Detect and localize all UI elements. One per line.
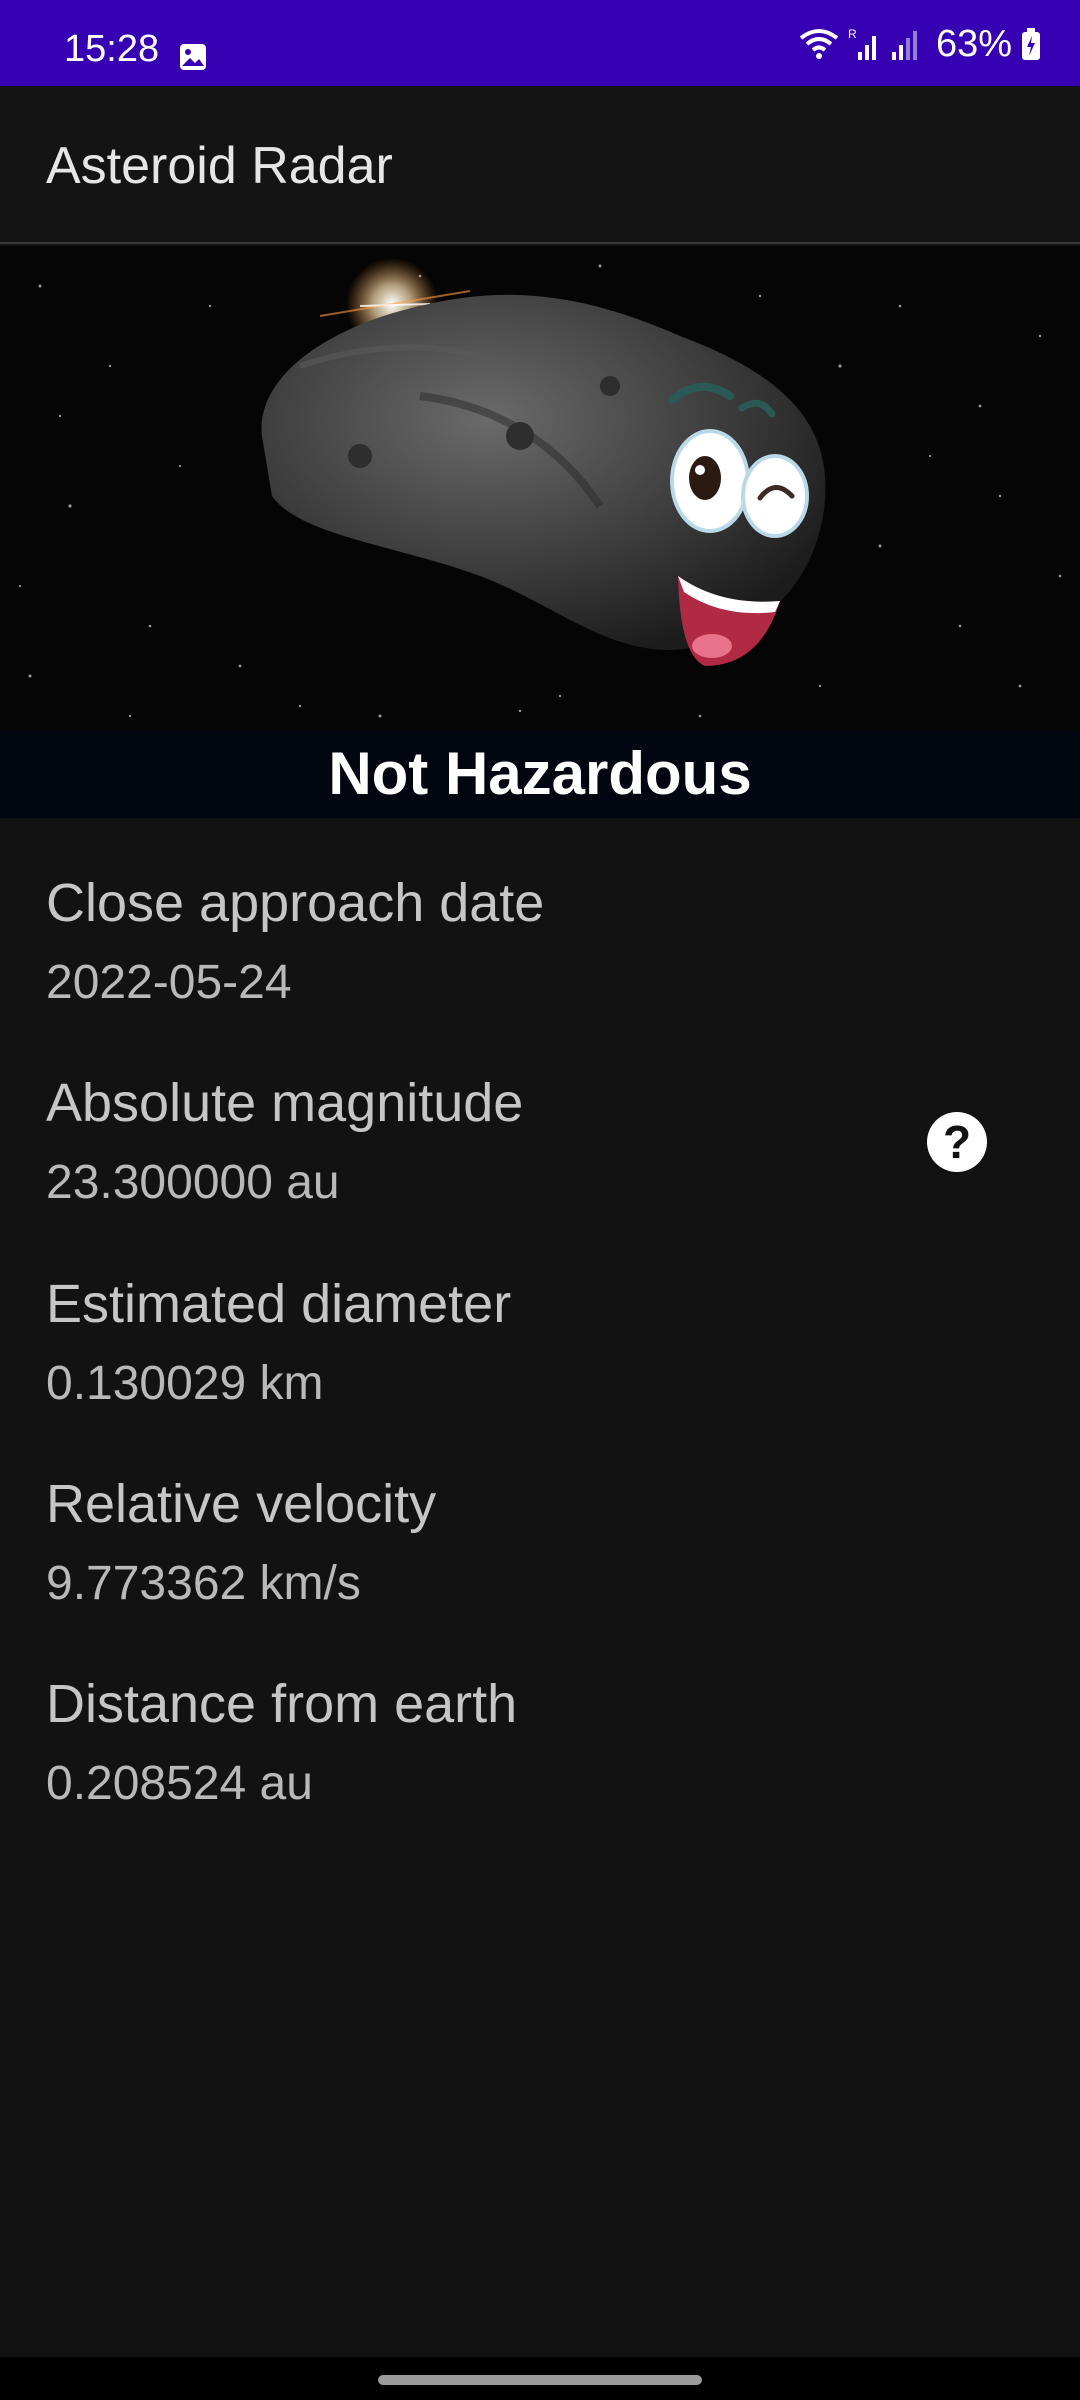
help-icon[interactable]: ? [927, 1112, 987, 1172]
svg-text:R: R [848, 27, 857, 41]
detail-distance-from-earth: Distance from earth 0.208524 au [46, 1674, 518, 1811]
detail-label: Distance from earth [46, 1674, 518, 1734]
status-bar: 15:28 R 63% [0, 0, 1080, 86]
signal-icon: R [848, 27, 876, 60]
hazard-status: Not Hazardous [328, 740, 752, 807]
battery-percent: 63% [935, 23, 1012, 65]
asteroid-illustration [0, 246, 1080, 730]
app-title: Asteroid Radar [46, 137, 393, 195]
detail-label: Estimated diameter [46, 1274, 512, 1334]
hazard-banner: Not Hazardous [0, 730, 1080, 818]
gallery-icon [180, 44, 206, 70]
detail-absolute-magnitude: Absolute magnitude 23.300000 au [46, 1073, 524, 1210]
detail-label: Relative velocity [46, 1474, 437, 1534]
app-bar: Asteroid Radar [0, 86, 1080, 244]
status-icons: R 63% [798, 24, 1042, 64]
detail-value: 2022-05-24 [46, 956, 292, 1010]
detail-value: 23.300000 au [46, 1156, 340, 1210]
detail-label: Absolute magnitude [46, 1073, 524, 1133]
detail-value: 9.773362 km/s [46, 1557, 361, 1611]
navigation-bar [0, 2357, 1080, 2400]
detail-relative-velocity: Relative velocity 9.773362 km/s [46, 1474, 437, 1611]
detail-label: Close approach date [46, 873, 545, 933]
home-gesture-handle[interactable] [378, 2375, 702, 2385]
battery-icon [1022, 28, 1040, 60]
signal-icon [891, 31, 917, 60]
detail-value: 0.130029 km [46, 1357, 324, 1411]
asteroid-image: Not Hazardous [0, 246, 1080, 818]
detail-close-approach-date: Close approach date 2022-05-24 [46, 873, 545, 1010]
detail-value: 0.208524 au [46, 1757, 313, 1811]
detail-estimated-diameter: Estimated diameter 0.130029 km [46, 1274, 512, 1411]
status-time: 15:28 [64, 28, 160, 70]
wifi-icon [799, 29, 839, 59]
